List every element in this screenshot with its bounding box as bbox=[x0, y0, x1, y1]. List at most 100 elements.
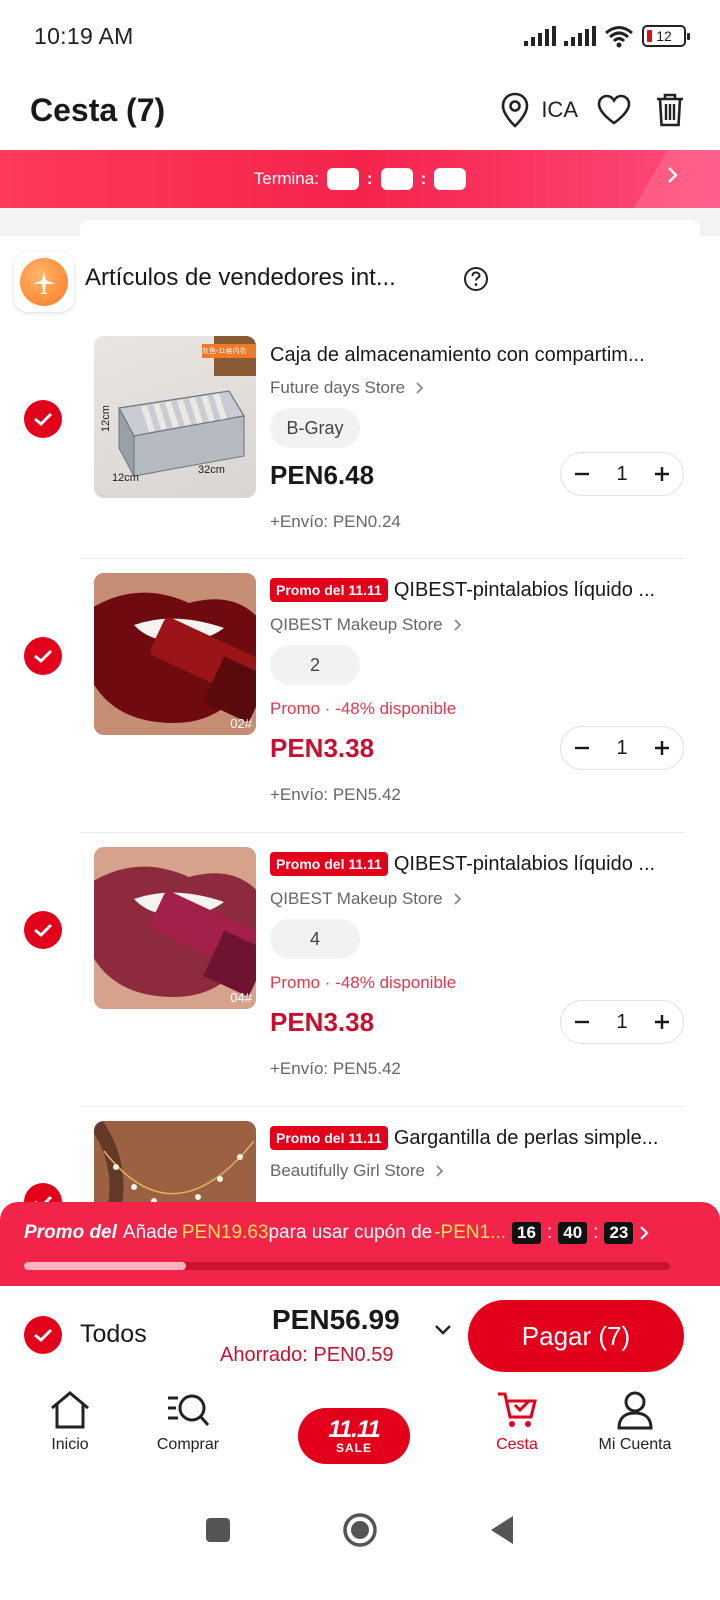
coupon-progress-fill bbox=[24, 1262, 186, 1270]
decrease-button[interactable] bbox=[573, 465, 591, 483]
cart-item: 灰色-11格内衣 12cm 32cm 12cm Caja de almacena… bbox=[0, 336, 720, 558]
product-thumbnail[interactable] bbox=[94, 1121, 256, 1202]
product-thumbnail[interactable]: 灰色-11格内衣 12cm 32cm 12cm bbox=[94, 336, 256, 498]
chevron-right-icon bbox=[436, 1165, 444, 1177]
saved-amount: Ahorrado: PEN0.59 bbox=[220, 1344, 394, 1366]
check-icon bbox=[34, 412, 53, 427]
quantity-stepper: 1 bbox=[560, 452, 684, 496]
variant-chip[interactable]: 4 bbox=[270, 919, 360, 959]
signal-icon bbox=[524, 26, 556, 46]
cart-item: Promo del 11.11 Gargantilla de perlas si… bbox=[0, 1121, 720, 1202]
select-all-checkbox[interactable] bbox=[24, 1316, 62, 1354]
chevron-down-icon[interactable] bbox=[434, 1324, 452, 1336]
coupon-text-before: Añade bbox=[122, 1222, 178, 1243]
plus-icon bbox=[655, 467, 669, 481]
delete-button[interactable] bbox=[650, 90, 690, 130]
product-thumbnail[interactable]: 02# bbox=[94, 573, 256, 735]
quantity-stepper: 1 bbox=[560, 1000, 684, 1044]
item-checkbox[interactable] bbox=[24, 1183, 62, 1202]
plane-icon bbox=[33, 271, 55, 294]
total-price: PEN56.99 bbox=[272, 1304, 400, 1335]
location-label: ICA bbox=[541, 97, 578, 122]
cart-summary: Todos PEN56.99 Ahorrado: PEN0.59 Pagar (… bbox=[0, 1286, 720, 1386]
store-link[interactable]: Beautifully Girl Store bbox=[270, 1161, 444, 1181]
trash-icon bbox=[657, 93, 683, 127]
store-name: QIBEST Makeup Store bbox=[270, 889, 443, 908]
item-title[interactable]: Caja de almacenamiento con compartim... bbox=[270, 344, 690, 367]
item-title[interactable]: Promo del 11.11 QIBEST-pintalabios líqui… bbox=[270, 578, 690, 602]
system-nav-bar bbox=[0, 1490, 720, 1570]
nav-item-inicio[interactable]: Inicio bbox=[10, 1390, 130, 1454]
countdown-minutes: 40 bbox=[558, 1222, 588, 1244]
nav-item-cesta[interactable]: Cesta bbox=[457, 1390, 577, 1454]
item-shipping: +Envío: PEN5.42 bbox=[270, 785, 401, 804]
variant-chip[interactable]: 2 bbox=[270, 645, 360, 685]
chevron-right-icon bbox=[416, 382, 424, 394]
nav-label: Cesta bbox=[496, 1436, 538, 1453]
minus-icon bbox=[575, 746, 589, 750]
location-selector[interactable]: ICA bbox=[499, 91, 578, 129]
nav-item-comprar[interactable]: Comprar bbox=[128, 1390, 248, 1454]
select-all-label[interactable]: Todos bbox=[80, 1320, 147, 1349]
bottom-nav: Inicio Comprar 11.11 SALE Cesta Mi Cuent… bbox=[0, 1390, 720, 1486]
store-link[interactable]: QIBEST Makeup Store bbox=[270, 889, 462, 909]
seller-section-title: Artículos de vendedores int... bbox=[85, 264, 396, 291]
product-thumbnail[interactable]: 04# bbox=[94, 847, 256, 1009]
promo-tag: Promo del 11.11 bbox=[270, 1126, 388, 1150]
lipstick-image bbox=[94, 847, 256, 1009]
item-checkbox[interactable] bbox=[24, 400, 62, 438]
header: Cesta (7) ICA bbox=[0, 72, 720, 148]
chevron-right-icon bbox=[453, 893, 461, 905]
store-name: Beautifully Girl Store bbox=[270, 1161, 425, 1180]
status-bar: 10:19 AM 12 bbox=[0, 0, 720, 72]
increase-button[interactable] bbox=[653, 1013, 671, 1031]
cart-item: 04# Promo del 11.11 QIBEST-pintalabios l… bbox=[0, 847, 720, 1105]
coupon-bar[interactable]: Promo del Añade PEN19.63 para usar cupón… bbox=[0, 1202, 720, 1286]
battery-level: 12 bbox=[656, 28, 672, 44]
countdown-minutes bbox=[380, 168, 413, 190]
recent-apps-icon[interactable] bbox=[204, 1516, 232, 1544]
quantity-value[interactable]: 1 bbox=[616, 463, 627, 486]
help-icon[interactable] bbox=[463, 266, 489, 292]
chevron-right-icon bbox=[668, 167, 678, 183]
item-title[interactable]: Promo del 11.11 QIBEST-pintalabios líqui… bbox=[270, 852, 690, 876]
item-checkbox[interactable] bbox=[24, 637, 62, 675]
coupon-message: Promo del Añade PEN19.63 para usar cupón… bbox=[24, 1222, 649, 1244]
quantity-value[interactable]: 1 bbox=[616, 1011, 627, 1034]
item-shipping: +Envío: PEN0.24 bbox=[270, 512, 401, 531]
home-circle-icon[interactable] bbox=[342, 1512, 378, 1548]
promo-banner-label: Termina: bbox=[253, 169, 319, 188]
pay-button[interactable]: Pagar (7) bbox=[468, 1300, 684, 1372]
nav-label: Inicio bbox=[51, 1436, 89, 1453]
decrease-button[interactable] bbox=[573, 739, 591, 757]
countdown-hours: 16 bbox=[512, 1222, 541, 1244]
store-name: QIBEST Makeup Store bbox=[270, 615, 443, 634]
plus-icon bbox=[655, 1015, 669, 1029]
store-name: Future days Store bbox=[270, 378, 406, 397]
store-link[interactable]: Future days Store bbox=[270, 378, 424, 398]
item-checkbox[interactable] bbox=[24, 911, 62, 949]
thumb-top-label: 灰色-11格内衣 bbox=[202, 348, 247, 355]
decrease-button[interactable] bbox=[573, 1013, 591, 1031]
store-link[interactable]: QIBEST Makeup Store bbox=[270, 615, 462, 635]
item-title[interactable]: Promo del 11.11 Gargantilla de perlas si… bbox=[270, 1126, 690, 1150]
coupon-progress-bar bbox=[24, 1262, 670, 1270]
back-icon[interactable] bbox=[488, 1514, 516, 1546]
page-title: Cesta (7) bbox=[30, 91, 166, 128]
nav-label: Comprar bbox=[156, 1436, 220, 1453]
status-icons: 12 bbox=[524, 24, 690, 48]
minus-icon bbox=[575, 1020, 589, 1024]
wishlist-button[interactable] bbox=[594, 90, 634, 130]
item-price: PEN3.38 bbox=[270, 1007, 375, 1037]
thumb-depth-label: 12cm bbox=[112, 472, 139, 484]
increase-button[interactable] bbox=[653, 465, 671, 483]
promo-banner[interactable]: Termina: : : bbox=[0, 150, 720, 208]
coupon-brand: Promo del bbox=[24, 1222, 117, 1243]
thumb-shade-label: 02# bbox=[230, 716, 252, 731]
increase-button[interactable] bbox=[653, 739, 671, 757]
sale-badge-button[interactable]: 11.11 SALE bbox=[298, 1408, 410, 1464]
variant-chip[interactable]: B-Gray bbox=[270, 408, 360, 448]
quantity-value[interactable]: 1 bbox=[616, 737, 627, 760]
nav-item-mi-cuenta[interactable]: Mi Cuenta bbox=[575, 1390, 695, 1454]
battery-icon: 12 bbox=[642, 25, 690, 47]
